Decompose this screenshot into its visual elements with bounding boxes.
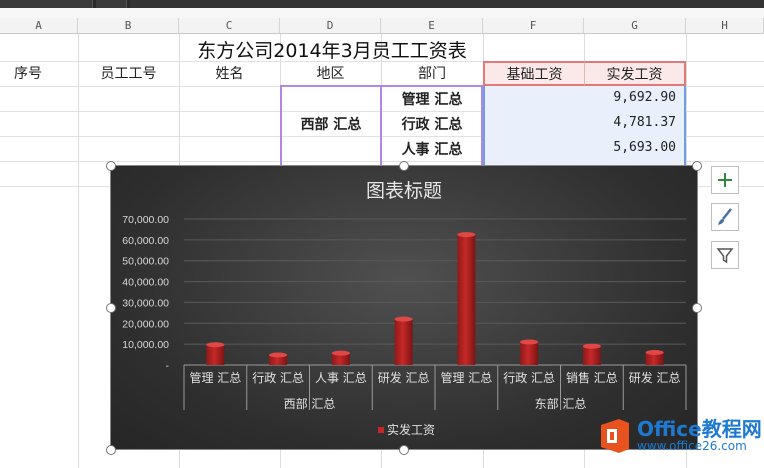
- watermark-brand: Office教程网: [637, 417, 762, 442]
- y-tick-label: 70,000.00: [122, 214, 169, 226]
- bar-cap: [520, 339, 539, 345]
- bar-cap: [331, 350, 350, 356]
- chart-title[interactable]: 图表标题: [366, 180, 442, 202]
- y-tick-label: 10,000.00: [122, 339, 169, 351]
- column-header-c[interactable]: C: [179, 18, 280, 34]
- header-base-salary[interactable]: 基础工资: [483, 61, 584, 86]
- x-tick-label: 行政 汇总: [503, 371, 555, 385]
- pivot-chart[interactable]: 图表标题 - 10,000.00 20,000.00 30,000.00 40,000.…: [110, 165, 698, 450]
- group-label: 西部 汇总: [284, 396, 336, 411]
- y-tick-label: 20,000.00: [122, 318, 169, 330]
- x-tick-label: 管理 汇总: [440, 370, 492, 385]
- filter-icon: [716, 248, 734, 264]
- chart-svg[interactable]: 图表标题 - 10,000.00 20,000.00 30,000.00 40,000.…: [111, 166, 697, 449]
- sheet-title[interactable]: 东方公司2014年3月员工工资表: [150, 36, 514, 63]
- y-tick-label: 50,000.00: [122, 256, 169, 268]
- resize-handle[interactable]: [399, 161, 409, 171]
- dept-range-border: [381, 85, 483, 165]
- brush-icon: [718, 208, 732, 225]
- resize-handle[interactable]: [106, 161, 116, 171]
- y-tick-label: 30,000.00: [122, 297, 169, 309]
- bar: [457, 234, 476, 365]
- bar: [582, 346, 601, 365]
- chart-filters-button[interactable]: [711, 241, 739, 269]
- bar-cap: [457, 232, 476, 238]
- salary-cell[interactable]: 4,781.37: [584, 115, 686, 130]
- y-tick-label: 40,000.00: [122, 277, 169, 289]
- bar-cap: [645, 349, 664, 355]
- group-label: 东部 汇总: [535, 396, 587, 411]
- chart-elements-button[interactable]: [711, 166, 739, 194]
- bar-cap: [582, 343, 601, 349]
- toolbar-gap: [0, 8, 764, 18]
- salary-cell[interactable]: 9,692.90: [584, 90, 686, 105]
- header-dept[interactable]: 部门: [381, 63, 483, 83]
- watermark-url: www.office26.com: [637, 439, 747, 454]
- resize-handle[interactable]: [692, 303, 702, 313]
- x-tick-label: 行政 汇总: [252, 371, 304, 385]
- plus-icon: [718, 173, 732, 187]
- name-box[interactable]: [0, 0, 93, 8]
- header-actual-salary[interactable]: 实发工资: [584, 61, 686, 86]
- column-header-a[interactable]: A: [0, 18, 78, 34]
- resize-handle[interactable]: [106, 303, 116, 313]
- x-tick-label: 管理 汇总: [189, 370, 241, 385]
- y-tick-label: -: [166, 360, 170, 372]
- header-name[interactable]: 姓名: [179, 63, 280, 83]
- header-employee-id[interactable]: 员工工号: [78, 63, 179, 83]
- bar-cap: [394, 316, 413, 322]
- x-tick-label: 研发 汇总: [378, 370, 430, 385]
- x-tick-label: 人事 汇总: [315, 371, 367, 385]
- bar: [206, 344, 225, 365]
- resize-handle[interactable]: [106, 445, 116, 455]
- legend-swatch: [378, 427, 384, 433]
- watermark: Office教程网 www.office26.com: [597, 417, 762, 455]
- formula-input[interactable]: [130, 0, 764, 8]
- region-cell[interactable]: 西部 汇总: [280, 85, 382, 165]
- column-header-d[interactable]: D: [280, 18, 381, 34]
- base-salary-range[interactable]: [483, 86, 584, 165]
- resize-handle[interactable]: [692, 161, 702, 171]
- x-tick-label: 销售 汇总: [566, 370, 618, 385]
- resize-handle[interactable]: [399, 445, 409, 455]
- bar: [520, 342, 539, 365]
- x-tick-label: 研发 汇总: [629, 370, 681, 385]
- chart-styles-button[interactable]: [711, 203, 739, 231]
- formula-bar-strip: [0, 0, 764, 8]
- formula-buttons[interactable]: [96, 0, 127, 8]
- bar-cap: [269, 352, 288, 358]
- column-header-f[interactable]: F: [483, 18, 584, 34]
- bar-cap: [206, 342, 225, 348]
- legend-label: 实发工资: [387, 422, 435, 437]
- office-logo-icon: [601, 419, 629, 453]
- column-header-h[interactable]: H: [686, 18, 764, 34]
- column-header-g[interactable]: G: [584, 18, 686, 34]
- header-region[interactable]: 地区: [280, 63, 381, 83]
- y-tick-label: 60,000.00: [122, 235, 169, 247]
- column-header-b[interactable]: B: [78, 18, 179, 34]
- bar: [394, 319, 413, 365]
- column-header-e[interactable]: E: [381, 18, 483, 34]
- header-seq[interactable]: 序号: [0, 63, 56, 83]
- salary-cell[interactable]: 5,693.00: [584, 140, 686, 155]
